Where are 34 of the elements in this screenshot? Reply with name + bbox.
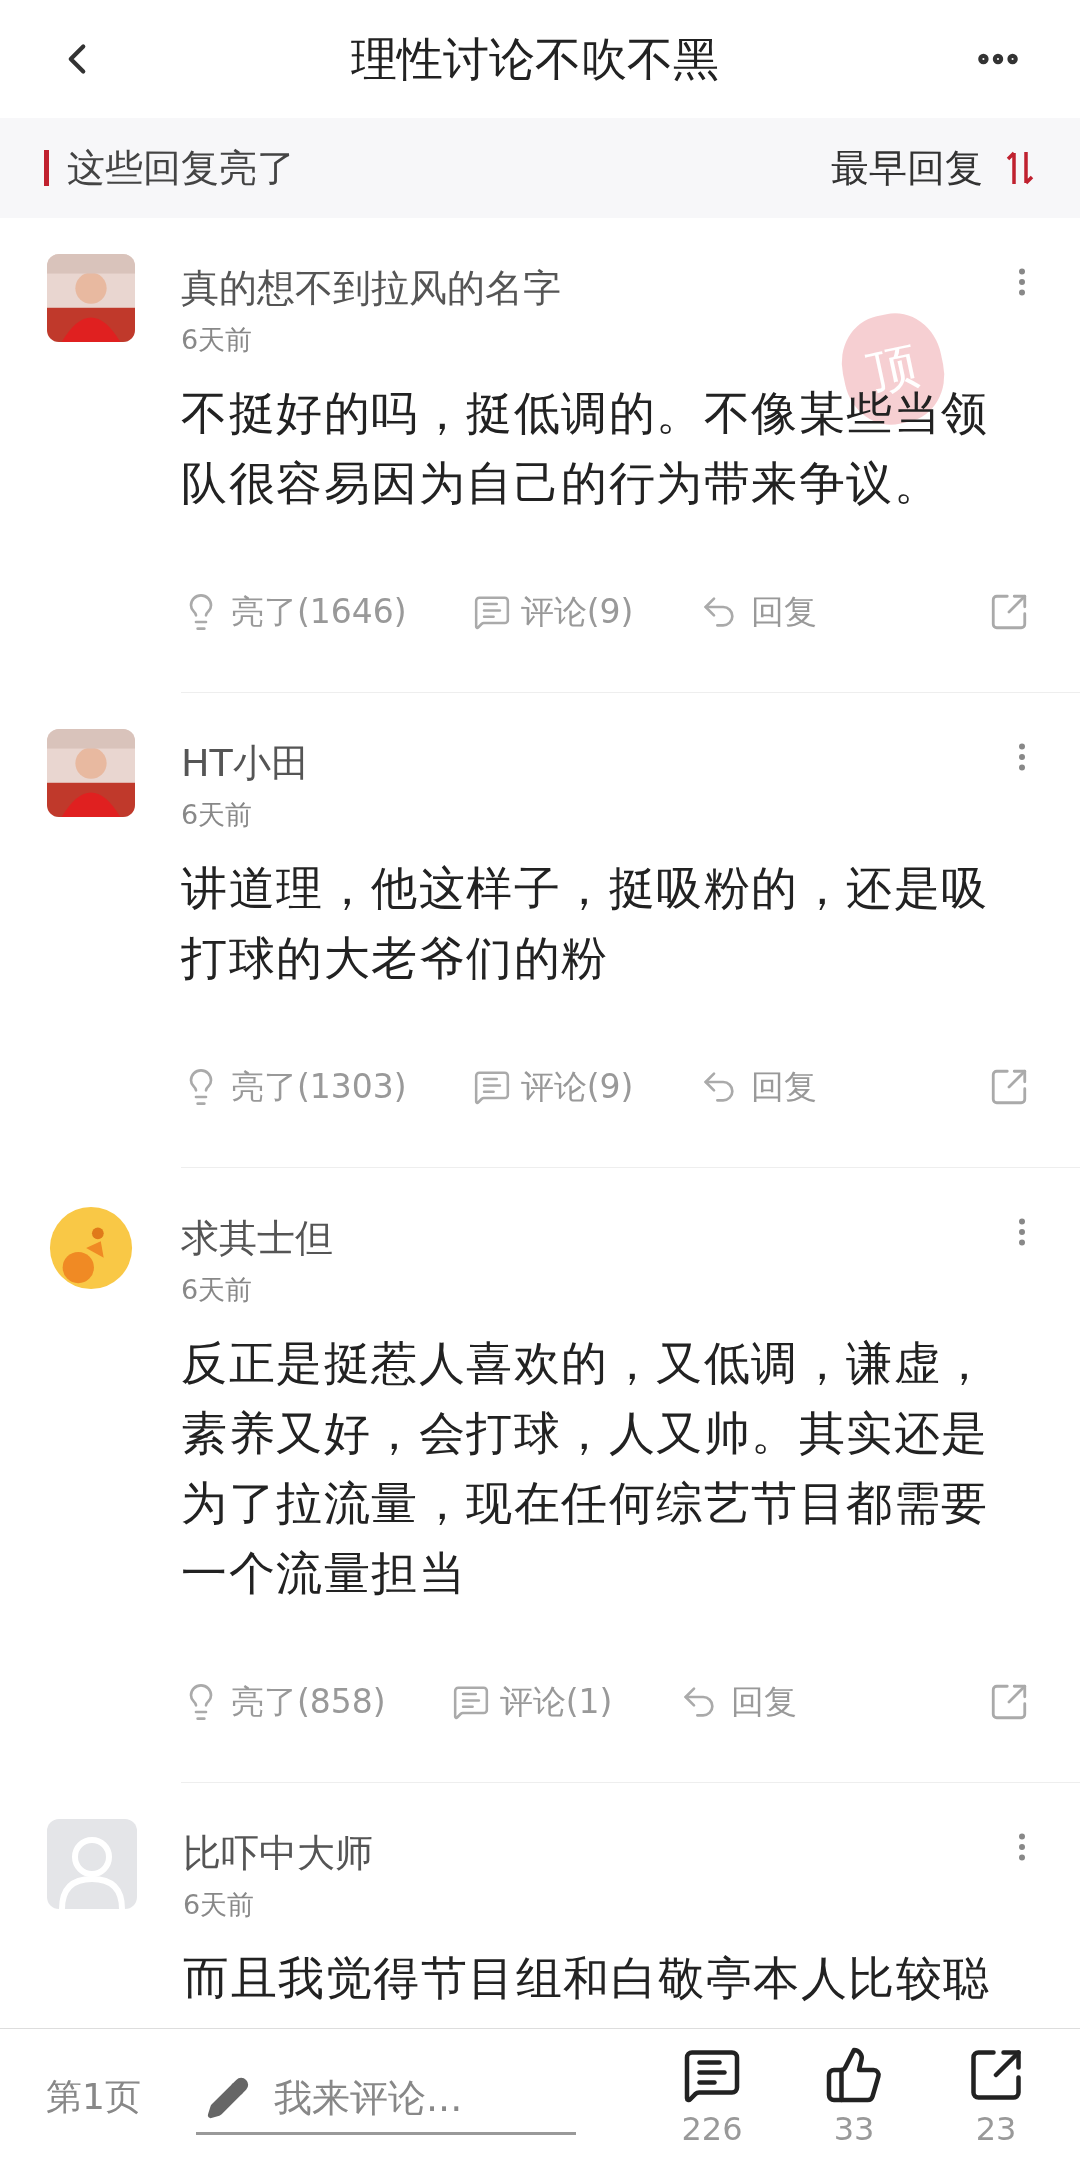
comment-icon [472,593,511,631]
sort-icon [1005,150,1035,186]
post-time: 6天前 [183,1888,256,1922]
user-name[interactable]: 比吓中大师 [183,1825,1004,1881]
page-title: 理性讨论不吹不黑 [350,30,720,88]
comment-input[interactable]: 我来评论... [196,2064,576,2135]
comments-button[interactable]: 226 [672,2044,752,2149]
post-time: 6天前 [181,1273,254,1307]
light-button[interactable]: 亮了(858) [181,1677,386,1727]
comment-text: 讲道理，他这样子，挺吸粉的，还是吸打球的大老爷们的粉 [181,860,990,987]
post-time: 6天前 [181,323,254,357]
comment-button[interactable]: 评论(9) [472,1062,634,1112]
sort-button[interactable]: 最早回复 [831,139,1035,197]
share-button[interactable]: 23 [956,2044,1036,2149]
reply-button[interactable]: 回复 [699,587,818,637]
comment-button[interactable]: 评论(1) [451,1677,613,1727]
pencil-icon [206,2076,250,2120]
comment-icon [451,1683,490,1721]
page-number[interactable]: 第1页 [46,2069,196,2124]
reply-button[interactable]: 回复 [699,1062,818,1112]
comment-text: 而且我觉得节目组和白敬亭本人比较聪 [183,1950,992,2007]
like-button[interactable]: 33 [814,2044,894,2149]
comment-field[interactable]: 我来评论... [274,2069,554,2127]
default-avatar-icon [47,1819,137,1909]
comment-button[interactable]: 评论(9) [472,587,634,637]
user-name[interactable]: HT小田 [181,735,1004,791]
reply-button[interactable]: 回复 [678,1677,797,1727]
comment-icon [472,1068,511,1106]
user-name[interactable]: 求其士但 [181,1210,1004,1266]
post-time: 6天前 [181,798,254,832]
section-title: 这些回复亮了 [67,144,296,192]
light-button[interactable]: 亮了(1646) [181,587,407,637]
light-button[interactable]: 亮了(1303) [181,1062,407,1112]
comment-text: 反正是挺惹人喜欢的，又低调，谦虚，素养又好，会打球，人又帅。其实还是为了拉流量，现在任何综艺节目都需要一个流量担当 [181,1335,990,1602]
